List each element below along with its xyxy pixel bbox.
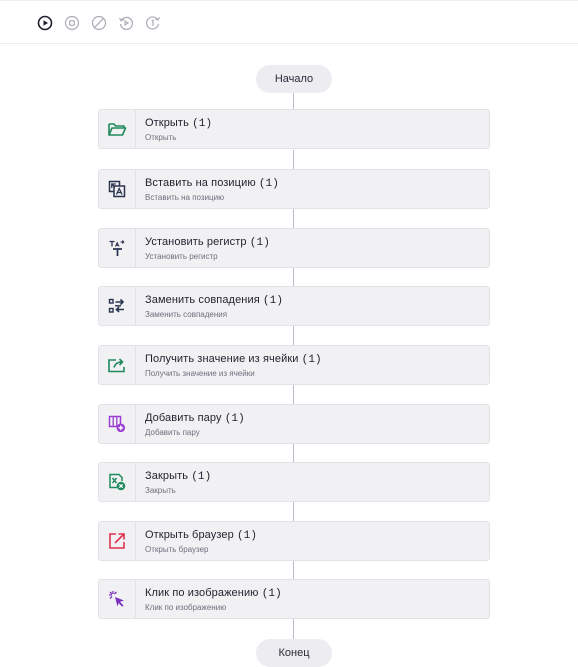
step-count: (1) bbox=[262, 295, 284, 307]
flow-step-click-image[interactable]: Клик по изображению (1) Клик по изображе… bbox=[98, 579, 490, 619]
connector bbox=[293, 326, 294, 345]
card-divider bbox=[135, 463, 136, 501]
step-title-text: Установить регистр bbox=[145, 236, 247, 248]
cursor-click-icon bbox=[99, 580, 135, 618]
step-title-text: Добавить пару bbox=[145, 412, 222, 424]
connector bbox=[293, 502, 294, 521]
stop-circle-icon[interactable] bbox=[63, 14, 81, 32]
connector bbox=[293, 619, 294, 639]
step-title: Добавить пару (1) bbox=[145, 412, 245, 425]
step-title: Вставить на позицию (1) bbox=[145, 177, 279, 190]
step-count: (1) bbox=[236, 530, 258, 542]
step-count: (1) bbox=[224, 413, 245, 425]
flow-canvas: Начало Открыть (1) Открыть Вставить на п… bbox=[0, 44, 578, 667]
flow-step-replace-matches[interactable]: Заменить совпадения (1) Заменить совпаде… bbox=[98, 286, 490, 326]
step-subtitle: Заменить совпадения bbox=[145, 310, 228, 319]
card-divider bbox=[135, 522, 136, 560]
flow-step-set-case[interactable]: Установить регистр (1) Установить регист… bbox=[98, 228, 490, 268]
step-title-text: Заменить совпадения bbox=[145, 294, 260, 306]
step-title: Закрыть (1) bbox=[145, 470, 211, 483]
step-count: (1) bbox=[261, 588, 282, 600]
toolbar bbox=[0, 0, 578, 44]
step-title-text: Получить значение из ячейки bbox=[145, 353, 299, 365]
step-count: (1) bbox=[258, 178, 279, 190]
flow-step-get-cell-value[interactable]: Получить значение из ячейки (1) Получить… bbox=[98, 345, 490, 385]
step-subtitle: Получить значение из ячейки bbox=[145, 369, 255, 378]
connector bbox=[293, 92, 294, 109]
step-into-icon[interactable] bbox=[117, 14, 135, 32]
flow-step-close[interactable]: Закрыть (1) Закрыть bbox=[98, 462, 490, 502]
flow-step-open-browser[interactable]: Открыть браузер (1) Открыть браузер bbox=[98, 521, 490, 561]
step-subtitle: Вставить на позицию bbox=[145, 193, 225, 202]
step-count: (1) bbox=[249, 237, 270, 249]
connector bbox=[293, 561, 294, 579]
step-count: (1) bbox=[192, 118, 213, 130]
step-title: Клик по изображению (1) bbox=[145, 587, 282, 600]
step-subtitle: Клик по изображению bbox=[145, 603, 227, 612]
step-subtitle: Закрыть bbox=[145, 486, 176, 495]
step-count: (1) bbox=[301, 354, 322, 366]
card-divider bbox=[135, 346, 136, 384]
excel-close-icon bbox=[99, 463, 135, 501]
step-title: Получить значение из ячейки (1) bbox=[145, 353, 322, 366]
card-divider bbox=[135, 580, 136, 618]
step-title: Заменить совпадения (1) bbox=[145, 294, 283, 307]
step-subtitle: Открыть bbox=[145, 133, 177, 142]
card-divider bbox=[135, 287, 136, 325]
find-replace-icon bbox=[99, 287, 135, 325]
open-external-icon bbox=[99, 522, 135, 560]
add-pair-icon bbox=[99, 405, 135, 443]
card-divider bbox=[135, 110, 136, 148]
folder-open-icon bbox=[99, 110, 135, 148]
restart-one-icon[interactable] bbox=[145, 14, 163, 32]
block-icon[interactable] bbox=[90, 14, 108, 32]
connector bbox=[293, 268, 294, 286]
step-title: Установить регистр (1) bbox=[145, 236, 270, 249]
step-title: Открыть браузер (1) bbox=[145, 529, 257, 542]
export-cell-icon bbox=[99, 346, 135, 384]
insert-image-icon bbox=[99, 170, 135, 208]
connector bbox=[293, 209, 294, 228]
connector bbox=[293, 150, 294, 169]
step-title: Открыть (1) bbox=[145, 117, 212, 130]
flow-step-insert-at-position[interactable]: Вставить на позицию (1) Вставить на пози… bbox=[98, 169, 490, 209]
step-title-text: Клик по изображению bbox=[145, 587, 259, 599]
card-divider bbox=[135, 405, 136, 443]
flow-end-node[interactable]: Конец bbox=[256, 639, 332, 667]
card-divider bbox=[135, 229, 136, 267]
connector bbox=[293, 385, 294, 404]
flow-step-open[interactable]: Открыть (1) Открыть bbox=[98, 109, 490, 149]
step-title-text: Вставить на позицию bbox=[145, 177, 256, 189]
card-divider bbox=[135, 170, 136, 208]
step-subtitle: Установить регистр bbox=[145, 252, 218, 261]
text-case-icon bbox=[99, 229, 135, 267]
play-circle-icon[interactable] bbox=[36, 14, 54, 32]
flow-step-add-pair[interactable]: Добавить пару (1) Добавить пару bbox=[98, 404, 490, 444]
step-title-text: Закрыть bbox=[145, 470, 189, 482]
connector bbox=[293, 444, 294, 462]
step-count: (1) bbox=[191, 471, 212, 483]
flow-start-node[interactable]: Начало bbox=[256, 65, 332, 93]
step-title-text: Открыть браузер bbox=[145, 529, 234, 541]
step-subtitle: Добавить пару bbox=[145, 428, 200, 437]
step-subtitle: Открыть браузер bbox=[145, 545, 209, 554]
step-title-text: Открыть bbox=[145, 117, 189, 129]
